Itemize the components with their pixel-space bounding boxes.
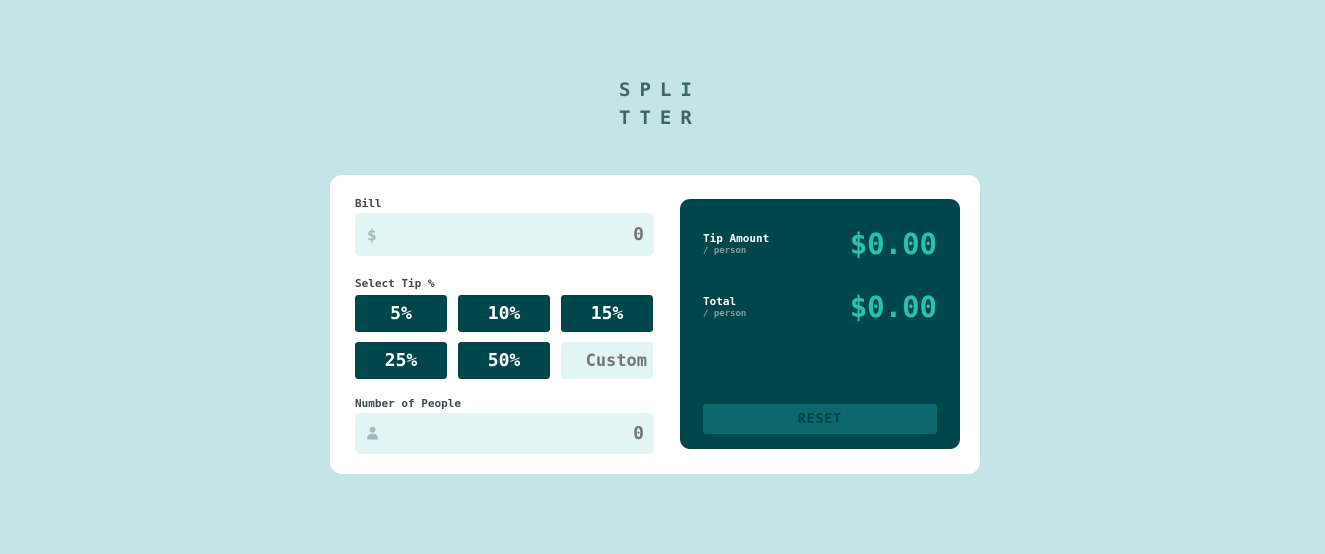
calculator-card: Bill $ Select Tip % 5% 10% 15% 25% 50% N… [330,175,980,474]
logo-line-1: SPLI [619,79,701,101]
bill-label: Bill [355,197,382,210]
reset-button[interactable]: RESET [703,404,937,434]
tip-50-button[interactable]: 50% [458,342,550,379]
tip-amount-label: Tip Amount [703,232,770,245]
people-label: Number of People [355,397,461,410]
tip-amount-value: $0.00 [849,227,937,261]
tip-10-button[interactable]: 10% [458,295,550,332]
people-input[interactable] [355,413,654,454]
total-sub: / person [703,309,747,319]
logo-line-2: TTER [619,107,701,129]
app-logo: SPLI TTER [619,76,709,132]
bill-field[interactable]: $ [355,213,654,256]
tip-15-button[interactable]: 15% [561,295,653,332]
tip-amount-sub: / person [703,246,747,256]
bill-input[interactable] [355,213,654,256]
tip-25-button[interactable]: 25% [355,342,447,379]
tip-label: Select Tip % [355,277,435,290]
people-field[interactable] [355,413,654,454]
results-panel: Tip Amount / person $0.00 Total / person… [680,199,960,449]
total-label: Total [703,295,737,308]
custom-tip-input[interactable] [561,342,653,379]
total-value: $0.00 [849,290,937,324]
tip-5-button[interactable]: 5% [355,295,447,332]
